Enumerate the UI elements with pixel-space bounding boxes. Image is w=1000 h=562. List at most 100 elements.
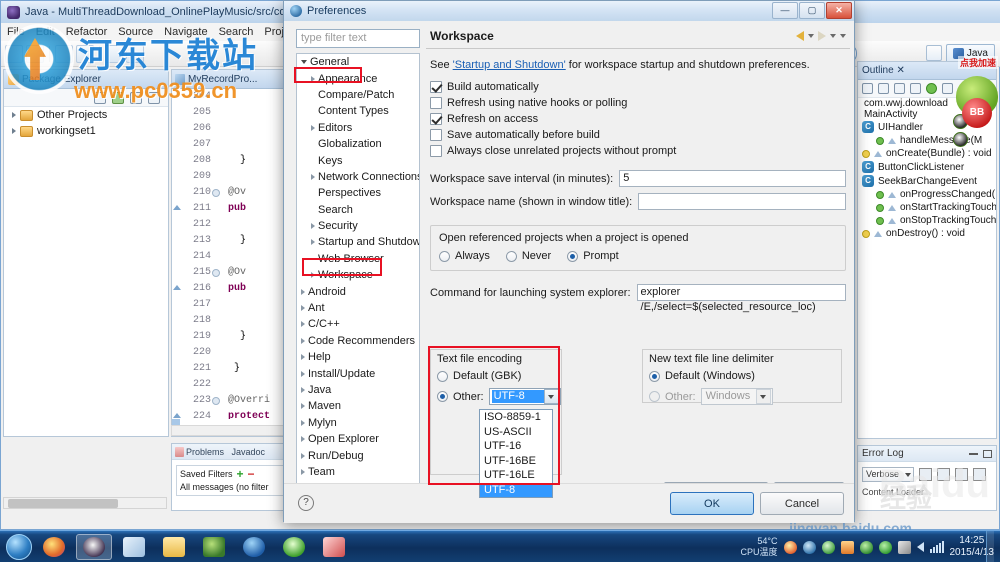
checkbox-refresh-on-access[interactable]: Refresh on access bbox=[426, 111, 850, 127]
code-line[interactable]: } bbox=[214, 329, 290, 345]
menu-refactor[interactable]: Refactor bbox=[66, 26, 108, 38]
taskbar-item-app1[interactable] bbox=[76, 533, 112, 560]
chevron-right-icon[interactable] bbox=[311, 173, 315, 180]
chevron-right-icon[interactable] bbox=[311, 75, 315, 82]
remove-filter-icon[interactable]: − bbox=[248, 468, 255, 480]
pref-tree-item-compare-patch[interactable]: Compare/Patch bbox=[297, 87, 419, 103]
error-log-toolbar[interactable]: Verbose bbox=[858, 462, 996, 487]
back-arrow-icon[interactable] bbox=[796, 31, 804, 41]
tray-icon-antivirus[interactable] bbox=[878, 540, 892, 554]
pref-tree-item-team[interactable]: Team bbox=[297, 464, 419, 480]
cancel-button[interactable]: Cancel bbox=[760, 492, 844, 515]
pref-tree-item-android[interactable]: Android bbox=[297, 283, 419, 299]
chevron-right-icon[interactable] bbox=[12, 128, 16, 134]
javadoc-tab-label[interactable]: Javadoc bbox=[232, 447, 266, 457]
package-explorer-tab[interactable]: Package Explorer bbox=[4, 70, 168, 89]
clear-log-icon[interactable] bbox=[937, 468, 950, 481]
code-line[interactable] bbox=[214, 169, 290, 185]
pref-tree-item-workspace[interactable]: Workspace bbox=[297, 267, 419, 283]
chevron-right-icon[interactable] bbox=[12, 112, 16, 118]
code-line[interactable]: @Ov bbox=[214, 265, 290, 281]
encoding-other-radio[interactable] bbox=[437, 391, 448, 402]
dropdown-option-us-ascii[interactable]: US-ASCII bbox=[480, 425, 552, 440]
show-desktop-button[interactable] bbox=[986, 531, 994, 562]
menu-search[interactable]: Search bbox=[219, 26, 254, 38]
outline-item[interactable]: onCreate(Bundle) : void bbox=[858, 147, 996, 160]
pref-tree-item-keys[interactable]: Keys bbox=[297, 152, 419, 168]
code-line[interactable]: } bbox=[214, 361, 290, 377]
pref-tree-item-network-connections[interactable]: Network Connections bbox=[297, 169, 419, 185]
pref-tree-item-java[interactable]: Java bbox=[297, 382, 419, 398]
hide-fields-icon[interactable] bbox=[894, 83, 905, 94]
pref-tree-item-security[interactable]: Security bbox=[297, 218, 419, 234]
problems-tab[interactable]: Problems Javadoc bbox=[172, 444, 290, 460]
checkbox-save-automatically-before-build[interactable]: Save automatically before build bbox=[426, 127, 850, 143]
pkg-item-workingset1[interactable]: workingset1 bbox=[4, 123, 168, 139]
code-line[interactable]: } bbox=[214, 153, 290, 169]
outline-item[interactable]: C ButtonClickListener bbox=[858, 160, 996, 174]
toolbar-next-annotation-icon[interactable] bbox=[126, 44, 144, 63]
chevron-down-icon[interactable] bbox=[905, 472, 911, 477]
pref-tree-item-ant[interactable]: Ant bbox=[297, 300, 419, 316]
sort-icon[interactable] bbox=[878, 83, 889, 94]
pane-menu-chevron-icon[interactable] bbox=[840, 34, 846, 38]
tray-icon-shield[interactable] bbox=[859, 540, 873, 554]
minimize-button[interactable]: — bbox=[772, 2, 798, 19]
menu-navigate[interactable]: Navigate bbox=[164, 26, 207, 38]
dropdown-option-utf-16[interactable]: UTF-16 bbox=[480, 439, 552, 454]
pref-tree-item-mylyn[interactable]: Mylyn bbox=[297, 415, 419, 431]
delimiter-other-radio[interactable] bbox=[649, 391, 660, 402]
chevron-right-icon[interactable] bbox=[311, 239, 315, 246]
outline-item[interactable]: onDestroy() : void bbox=[858, 227, 996, 240]
pref-tree-item-general[interactable]: General bbox=[297, 54, 419, 70]
menu-file[interactable]: File bbox=[7, 26, 25, 38]
dropdown-option-utf-16be[interactable]: UTF-16BE bbox=[480, 454, 552, 469]
code-line[interactable]: pub bbox=[214, 201, 290, 217]
radio-input[interactable] bbox=[505, 250, 517, 262]
chevron-right-icon[interactable] bbox=[301, 337, 305, 344]
open-perspective-icon[interactable] bbox=[925, 45, 942, 61]
delimiter-default-radio[interactable] bbox=[649, 370, 660, 382]
chevron-right-icon[interactable] bbox=[301, 452, 305, 459]
code-line[interactable] bbox=[214, 377, 290, 393]
chevron-right-icon[interactable] bbox=[301, 354, 305, 361]
pref-tree-item-perspectives[interactable]: Perspectives bbox=[297, 185, 419, 201]
pref-tree-item-c-c-[interactable]: C/C++ bbox=[297, 316, 419, 332]
back-history-chevron-icon[interactable] bbox=[808, 34, 814, 38]
pref-tree-item-open-explorer[interactable]: Open Explorer bbox=[297, 431, 419, 447]
chevron-right-icon[interactable] bbox=[301, 305, 305, 312]
maximize-button[interactable]: ▢ bbox=[799, 2, 825, 19]
outline-class[interactable]: MainActivity bbox=[858, 109, 996, 120]
code-area[interactable]: 204 205 206 207 208 209 210 211 212 213 214 215 216 2… bbox=[172, 89, 290, 436]
pref-tree-item-install-update[interactable]: Install/Update bbox=[297, 365, 419, 381]
chevron-right-icon[interactable] bbox=[301, 468, 305, 475]
export-log-icon[interactable] bbox=[919, 468, 932, 481]
code-line[interactable] bbox=[214, 249, 290, 265]
outline-package[interactable]: com.wwj.download bbox=[858, 98, 996, 109]
checkbox-refresh-using-native-hooks-or-polling[interactable]: Refresh using native hooks or polling bbox=[426, 95, 850, 111]
chevron-right-icon[interactable] bbox=[301, 403, 305, 410]
close-button[interactable]: ✕ bbox=[826, 2, 852, 19]
outline-item[interactable]: C SeekBarChangeEvent bbox=[858, 174, 996, 188]
chevron-right-icon[interactable] bbox=[301, 436, 305, 443]
code-text-column[interactable]: } @Ov pub } @Ov pub } } @Overri protect … bbox=[214, 89, 290, 419]
outline-item[interactable]: onProgressChanged( bbox=[858, 188, 996, 201]
encoding-combo[interactable]: UTF-8 bbox=[488, 388, 561, 405]
ok-button[interactable]: OK bbox=[670, 492, 754, 515]
toolbar-debug-icon[interactable] bbox=[55, 44, 73, 63]
chevron-down-icon[interactable] bbox=[301, 60, 307, 65]
startup-shutdown-link[interactable]: 'Startup and Shutdown' bbox=[453, 59, 566, 71]
code-line[interactable]: @Ov bbox=[214, 185, 290, 201]
outline-item[interactable]: handleMessage(M bbox=[858, 134, 996, 147]
tray-icon-security[interactable] bbox=[783, 540, 797, 554]
checkbox-input[interactable] bbox=[430, 145, 442, 157]
tray-icon-qq[interactable] bbox=[802, 540, 816, 554]
pref-tree-item-search[interactable]: Search bbox=[297, 202, 419, 218]
checkbox-always-close-unrelated-projects-without-prompt[interactable]: Always close unrelated projects without … bbox=[426, 143, 850, 159]
toolbar-run-icon[interactable] bbox=[76, 44, 94, 63]
code-line[interactable] bbox=[214, 89, 290, 105]
code-line[interactable] bbox=[214, 105, 290, 121]
open-referenced-radios[interactable]: Always Never Prompt bbox=[439, 250, 837, 262]
hide-static-icon[interactable] bbox=[910, 83, 921, 94]
menu-edit[interactable]: Edit bbox=[36, 26, 55, 38]
